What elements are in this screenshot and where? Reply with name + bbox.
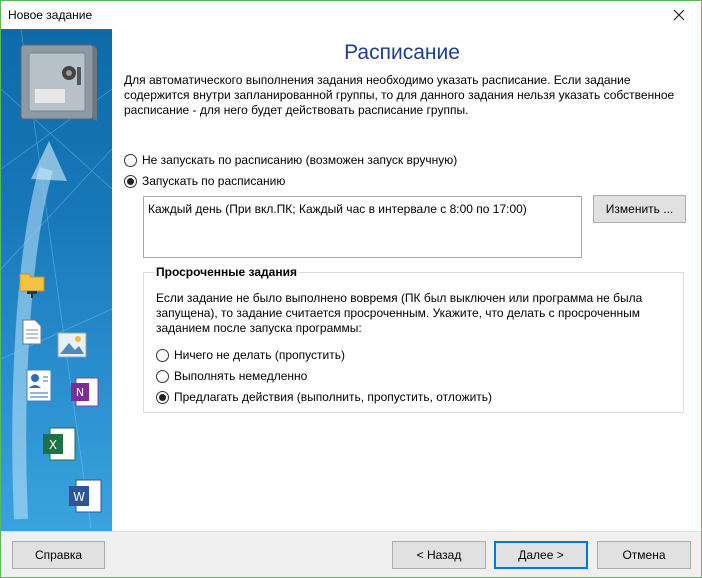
radio-no-schedule[interactable]: Не запускать по расписанию (возможен зап… (124, 153, 457, 167)
window-title: Новое задание (8, 8, 93, 22)
radio-run-by-schedule[interactable]: Запускать по расписанию (124, 174, 285, 188)
wizard-content: Расписание Для автоматического выполнени… (112, 29, 701, 531)
radio-label: Ничего не делать (пропустить) (174, 348, 345, 362)
radio-do-nothing[interactable]: Ничего не делать (пропустить) (156, 348, 345, 362)
excel-icon: X (42, 427, 76, 464)
help-button[interactable]: Справка (12, 541, 105, 569)
radio-indicator[interactable] (156, 348, 169, 362)
overdue-group: Просроченные задания Если задание не был… (143, 265, 684, 413)
radio-label: Предлагать действия (выполнить, пропусти… (174, 390, 493, 404)
radio-indicator[interactable] (124, 174, 137, 188)
radio-offer-actions[interactable]: Предлагать действия (выполнить, пропусти… (156, 390, 492, 404)
page-title: Расписание (344, 41, 460, 64)
close-button[interactable] (656, 1, 701, 29)
wizard-sidebar: N X W (1, 29, 112, 531)
radio-label: Запускать по расписанию (142, 174, 286, 188)
svg-text:X: X (49, 438, 57, 452)
svg-text:N: N (76, 386, 84, 399)
close-icon (673, 9, 684, 21)
cancel-button[interactable]: Отмена (597, 541, 691, 569)
safe-icon (19, 39, 99, 126)
radio-label: Не запускать по расписанию (возможен зап… (142, 153, 458, 167)
document-icon (22, 319, 42, 348)
wizard-footer: Справка < Назад Далее > Отмена (1, 531, 701, 577)
next-button[interactable]: Далее > (494, 541, 588, 569)
wizard-window: Новое задание N X W Расписание Для автом… (0, 0, 702, 578)
overdue-group-title: Просроченные задания (154, 265, 299, 279)
page-description: Для автоматического выполнения задания н… (124, 73, 675, 117)
radio-run-immediately[interactable]: Выполнять немедленно (156, 369, 307, 383)
change-schedule-button[interactable]: Изменить ... (593, 195, 686, 223)
image-icon (57, 331, 87, 362)
schedule-summary: Каждый день (При вкл.ПК; Каждый час в ин… (143, 196, 582, 258)
svg-text:W: W (73, 490, 85, 504)
radio-indicator[interactable] (156, 390, 169, 404)
radio-indicator[interactable] (156, 369, 169, 383)
title-bar: Новое задание (1, 1, 701, 29)
word-icon: W (68, 479, 102, 516)
onenote-icon: N (70, 377, 100, 410)
folder-icon (19, 269, 45, 302)
radio-indicator[interactable] (124, 153, 137, 167)
overdue-description: Если задание не было выполнено вовремя (… (156, 291, 643, 335)
schedule-summary-text: Каждый день (При вкл.ПК; Каждый час в ин… (148, 202, 527, 216)
contacts-icon (26, 369, 54, 406)
back-button[interactable]: < Назад (392, 541, 486, 569)
radio-label: Выполнять немедленно (174, 369, 308, 383)
